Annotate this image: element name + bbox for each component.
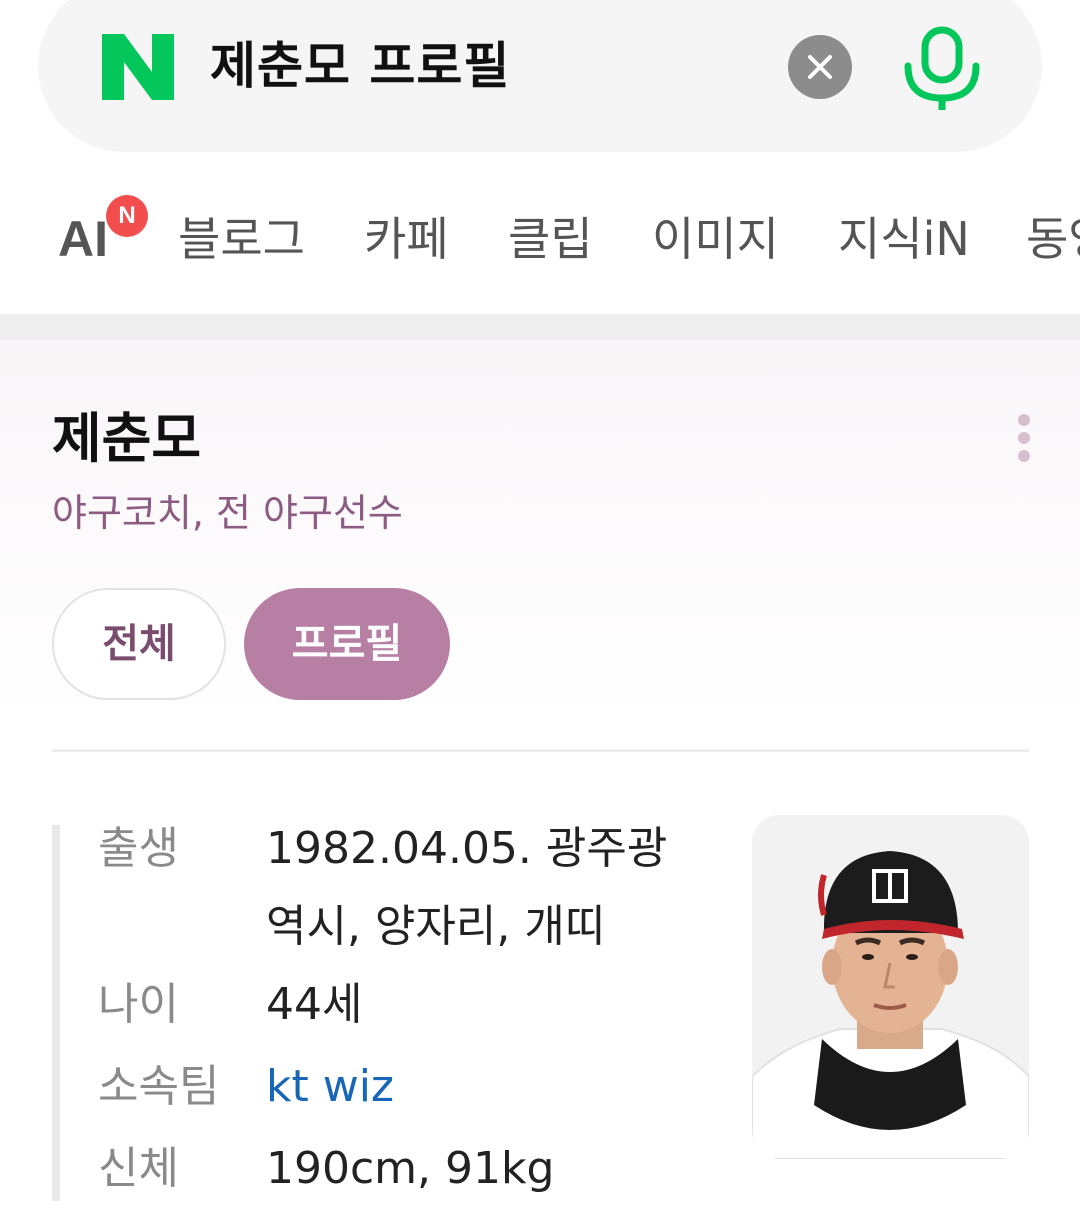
divider: [52, 749, 1029, 752]
info-value: 1982.04.05. 광주광역시, 양자리, 개띠: [266, 823, 668, 952]
profile-card: 제춘모 야구코치, 전 야구선수 전체 프로필 출생 1982.04.05. 광…: [0, 340, 1080, 1201]
info-value: 190cm, 91kg: [266, 1143, 555, 1194]
search-tab-bar: AI N 블로그 카페 클립 이미지 지식iN 동영: [0, 175, 1080, 305]
profile-occupation: 야구코치, 전 야구선수: [52, 491, 403, 535]
info-label: 나이: [98, 979, 179, 1030]
info-label: 신체: [98, 1143, 179, 1194]
new-badge: N: [106, 195, 148, 237]
close-icon: [808, 55, 832, 79]
tab-video[interactable]: 동영: [1026, 207, 1080, 271]
tab-image[interactable]: 이미지: [652, 207, 779, 271]
filter-all-button[interactable]: 전체: [52, 588, 226, 700]
naver-logo-icon[interactable]: [102, 34, 174, 100]
profile-name[interactable]: 제춘모: [52, 404, 201, 474]
search-query-input[interactable]: 제춘모 프로필: [210, 26, 510, 106]
info-rail: [52, 825, 60, 1201]
filter-profile-button[interactable]: 프로필: [244, 588, 450, 700]
tab-knowledge-in[interactable]: 지식iN: [838, 207, 970, 271]
tab-ai[interactable]: AI: [58, 207, 108, 271]
tab-cafe[interactable]: 카페: [364, 207, 449, 271]
microphone-icon[interactable]: [902, 26, 982, 110]
more-options-icon[interactable]: [1010, 414, 1038, 464]
clear-search-button[interactable]: [788, 35, 852, 99]
player-portrait: [752, 815, 1029, 1159]
tab-blog[interactable]: 블로그: [178, 207, 305, 271]
profile-photo[interactable]: [752, 815, 1029, 1159]
tab-clip[interactable]: 클립: [508, 207, 593, 271]
info-label: 출생: [98, 823, 179, 874]
info-label: 소속팀: [98, 1061, 220, 1112]
tab-ai-label: AI: [58, 211, 108, 267]
search-bar: 제춘모 프로필: [38, 0, 1042, 152]
team-link[interactable]: kt wiz: [266, 1048, 676, 1126]
section-divider: [0, 314, 1080, 340]
info-value: 44세: [266, 979, 363, 1030]
